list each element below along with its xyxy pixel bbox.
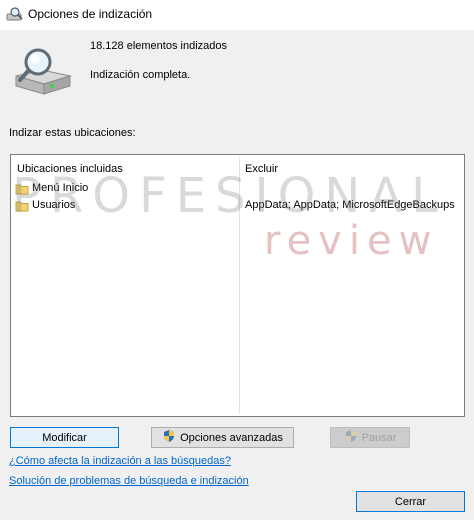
shield-icon bbox=[344, 429, 358, 446]
close-button[interactable]: Cerrar bbox=[356, 491, 465, 512]
pause-button-label: Pausar bbox=[361, 431, 397, 444]
indexed-items-count: 18.128 elementos indizados bbox=[90, 40, 227, 52]
advanced-options-button-label: Opciones avanzadas bbox=[180, 431, 283, 444]
indexing-status: Indización completa. bbox=[90, 69, 191, 81]
location-name: Usuarios bbox=[32, 199, 76, 211]
folder-icon bbox=[15, 199, 29, 215]
close-button-label: Cerrar bbox=[394, 495, 427, 508]
window-title: Opciones de indización bbox=[28, 7, 153, 21]
shield-icon bbox=[162, 429, 176, 446]
advanced-options-button[interactable]: Opciones avanzadas bbox=[151, 427, 294, 448]
indexing-help-link[interactable]: ¿Cómo afecta la indización a las búsqued… bbox=[9, 455, 231, 467]
location-name: Menú Inicio bbox=[32, 182, 89, 194]
title-bar: Opciones de indización bbox=[0, 0, 474, 30]
locations-list[interactable]: Ubicaciones incluidas Excluir Menú Inici… bbox=[10, 154, 465, 417]
column-divider bbox=[239, 157, 240, 414]
pause-button: Pausar bbox=[330, 427, 410, 448]
troubleshoot-link[interactable]: Solución de problemas de búsqueda e indi… bbox=[9, 475, 249, 487]
modify-button-label: Modificar bbox=[42, 431, 87, 444]
column-header-included-locations: Ubicaciones incluidas bbox=[17, 163, 123, 175]
magnifier-over-drive-icon bbox=[12, 46, 74, 103]
modify-button[interactable]: Modificar bbox=[10, 427, 119, 448]
column-header-exclude: Excluir bbox=[245, 163, 279, 175]
exclude-value: AppData; AppData; MicrosoftEdgeBackups bbox=[245, 199, 455, 211]
indexing-options-icon bbox=[6, 6, 24, 25]
folder-icon bbox=[15, 182, 29, 198]
index-locations-label: Indizar estas ubicaciones: bbox=[9, 127, 136, 139]
